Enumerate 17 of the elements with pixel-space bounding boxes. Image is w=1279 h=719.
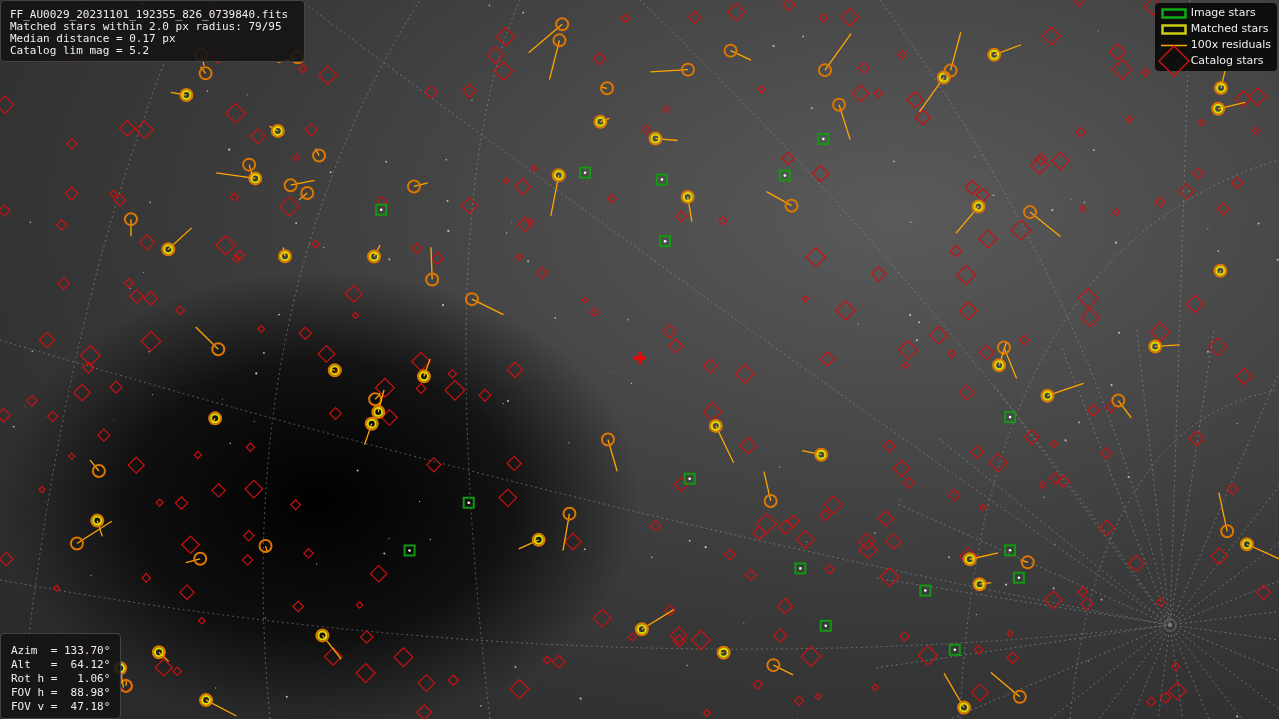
line-icon xyxy=(1160,43,1187,47)
square-outline-icon xyxy=(1160,7,1187,19)
info-text: Matched stars within 2.0 px radius: 79/95 xyxy=(10,21,282,33)
square-outline-icon xyxy=(1160,23,1187,35)
info-text: Median distance = 0.17 px xyxy=(10,33,177,45)
pointing-text: Alt = 64.12° xyxy=(11,658,111,672)
legend-label: Catalog stars xyxy=(1190,52,1264,69)
diamond-icon xyxy=(1157,45,1190,77)
info-text: FF_AU0029_20231101_192355_826_0739840.fits xyxy=(10,9,289,21)
legend-label: Image stars xyxy=(1190,4,1256,21)
legend-label: Matched stars xyxy=(1190,20,1269,37)
pointing-text: FOV v = 47.18° xyxy=(11,700,111,714)
pointing-text: Azim = 133.70° xyxy=(11,644,111,658)
pointing-text: Rot h = 1.06° xyxy=(11,672,111,686)
legend-label: 100x residuals xyxy=(1190,36,1271,53)
info-text: Catalog lim mag = 5.2 xyxy=(10,45,151,57)
pointing-text: FOV h = 88.98° xyxy=(11,686,111,700)
